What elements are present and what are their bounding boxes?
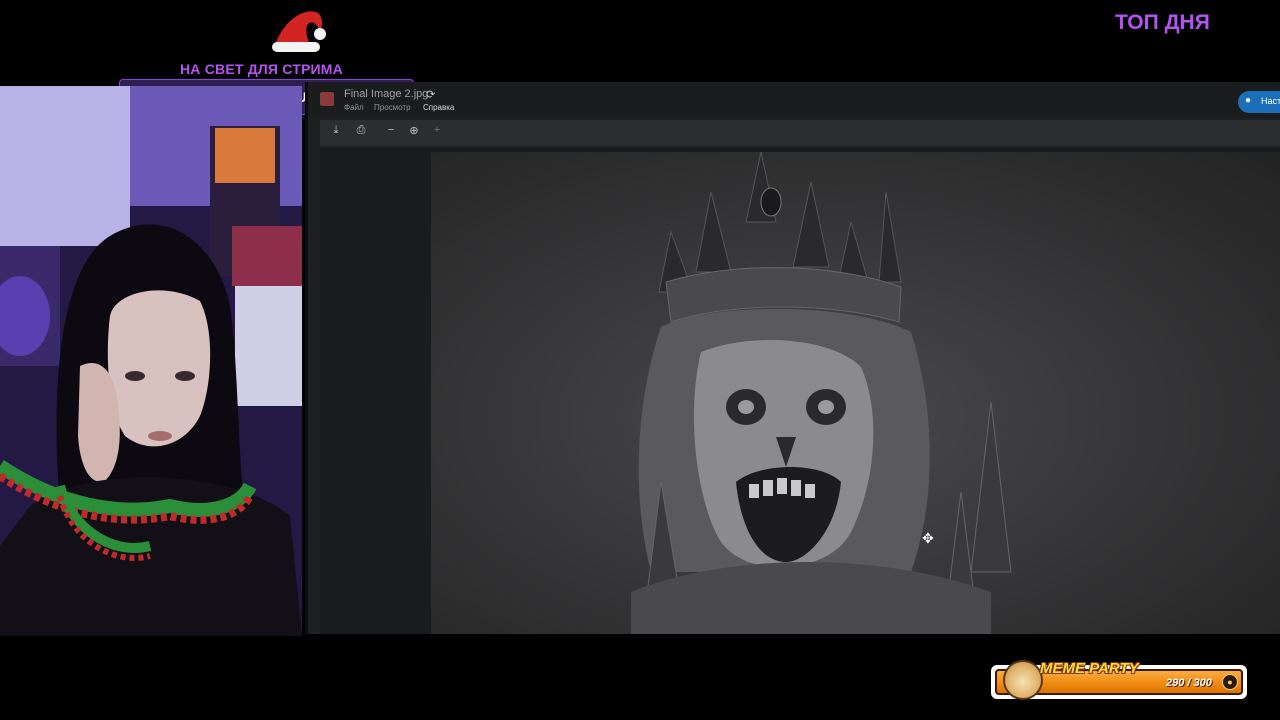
file-thumbnail-icon: [320, 92, 334, 106]
menu-view[interactable]: Просмотр: [374, 103, 411, 112]
doge-icon: [1003, 660, 1043, 700]
meme-party-count: 290 / 300: [1166, 677, 1212, 689]
goal-title: НА СВЕТ ДЛЯ СТРИМА: [180, 61, 343, 77]
globe-icon: ●: [1245, 95, 1252, 106]
top-day-label: ТОП ДНЯ: [1115, 11, 1210, 34]
cloud-sync-icon[interactable]: ⟳: [426, 88, 435, 101]
zoom-in-icon[interactable]: ⊕: [406, 124, 422, 137]
menu-file[interactable]: Файл: [344, 103, 364, 112]
plus-icon[interactable]: +: [429, 124, 445, 136]
skull-king-artwork: [631, 151, 1012, 634]
download-icon[interactable]: ⤓: [328, 124, 344, 137]
webcam-feed: [0, 86, 302, 636]
settings-label: Настр: [1261, 96, 1280, 106]
webcam-scene: [0, 86, 302, 636]
displayed-image: [431, 151, 1280, 634]
zoom-out-icon[interactable]: −: [383, 124, 399, 136]
meme-party-title: MEME PARTY: [1040, 660, 1139, 677]
viewer-toolbar: [320, 120, 1280, 146]
menu-help[interactable]: Справка: [423, 103, 454, 112]
move-cursor-icon: ✥: [922, 530, 934, 546]
coin-icon: ●: [1222, 674, 1238, 690]
print-icon[interactable]: ⎙: [353, 124, 369, 137]
image-viewer-window: Final Image 2.jpg ⟳ Файл Просмотр Справк…: [305, 82, 1280, 634]
file-title[interactable]: Final Image 2.jpg: [344, 88, 428, 100]
santa-hat-icon: [272, 11, 326, 52]
viewer-header: [308, 82, 1280, 118]
